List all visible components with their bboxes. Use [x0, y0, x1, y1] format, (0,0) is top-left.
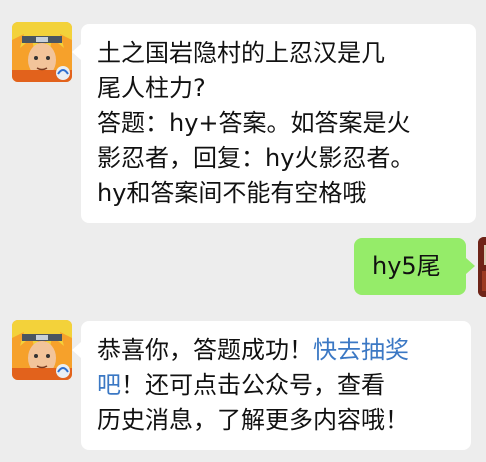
bubble-tail [466, 258, 475, 274]
user-avatar-icon[interactable] [478, 237, 486, 297]
message-text: hy5尾 [372, 252, 441, 280]
message-bubble-incoming[interactable]: 恭喜你，答题成功！快去抽奖 吧！还可点击公众号，查看 历史消息，了解更多内容哦！ [81, 321, 471, 450]
message-line: 吧！还可点击公众号，查看 [97, 368, 455, 403]
official-account-avatar-icon[interactable] [12, 320, 72, 380]
message-bubble-incoming[interactable]: 土之国岩隐村的上忍汉是几 尾人柱力? 答题：hy+答案。如答案是火 影忍者，回复… [81, 24, 476, 223]
message-line: 影忍者，回复：hy火影忍者。 [97, 144, 415, 172]
message-text: ！还可点击公众号，查看 [121, 371, 385, 399]
message-line: 土之国岩隐村的上忍汉是几 [97, 39, 385, 67]
message-line: hy和答案间不能有空格哦 [97, 179, 367, 207]
message-text: 恭喜你，答题成功！ [97, 336, 313, 364]
message-line: 答题：hy+答案。如答案是火 [97, 109, 411, 137]
official-account-avatar-icon[interactable] [12, 22, 72, 82]
bubble-tail [72, 342, 81, 358]
message-line: 恭喜你，答题成功！快去抽奖 [97, 333, 455, 368]
message-line: 尾人柱力? [97, 74, 206, 102]
bubble-tail [72, 44, 81, 60]
lottery-link[interactable]: 快去抽奖 [313, 336, 409, 364]
lottery-link-continued[interactable]: 吧 [97, 371, 121, 399]
chat-window: 土之国岩隐村的上忍汉是几 尾人柱力? 答题：hy+答案。如答案是火 影忍者，回复… [0, 0, 486, 462]
message-line: 历史消息，了解更多内容哦！ [97, 406, 409, 434]
message-bubble-outgoing[interactable]: hy5尾 [354, 238, 466, 295]
